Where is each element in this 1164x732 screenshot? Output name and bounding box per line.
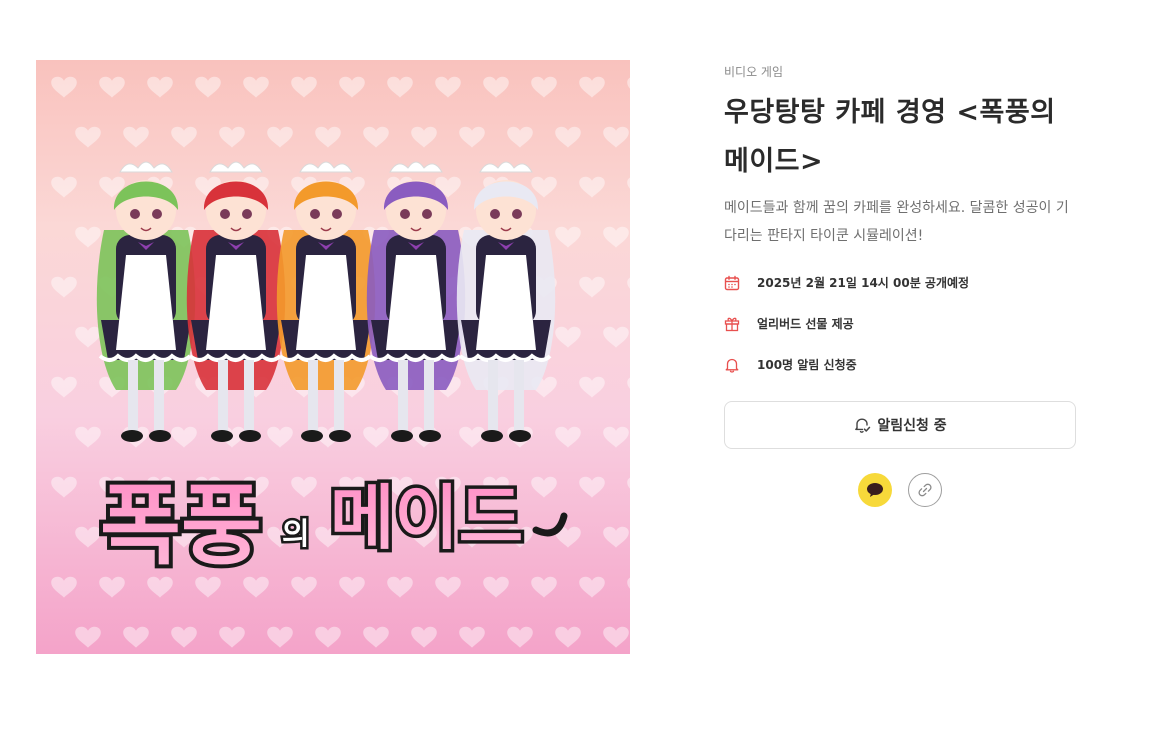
notify-subscribe-button[interactable]: 알림신청 중: [724, 401, 1076, 449]
bell-icon: [724, 355, 744, 375]
maid-characters: [96, 161, 556, 442]
kakao-talk-icon: [866, 482, 884, 498]
notify-button-label: 알림신청 중: [877, 418, 947, 434]
notify-count-row: 100명 알림 신청중: [724, 344, 1076, 385]
bell-check-icon: [853, 416, 871, 434]
early-bird-text: 얼리버드 선물 제공: [757, 317, 854, 331]
product-title: 우당탕탕 카페 경영 <폭풍의 메이드>: [724, 97, 1056, 177]
notify-count-text: 100명 알림 신청중: [757, 358, 857, 372]
game-logo: 폭풍 의 메이드: [96, 470, 568, 581]
maid-character: [456, 161, 556, 442]
calendar-icon: [724, 273, 744, 293]
maid-character: [186, 161, 286, 442]
logo-text-part2: 의: [282, 517, 310, 552]
kakao-share-button[interactable]: [858, 473, 892, 507]
product-description: 메이드들과 함께 꿈의 카페를 완성하세요. 달콤한 성공이 기다리는 판타지 …: [724, 200, 1069, 244]
early-bird-row: 얼리버드 선물 제공: [724, 303, 1076, 344]
maid-character: [276, 161, 376, 442]
logo-text-part1: 폭풍: [100, 474, 262, 577]
product-category: 비디오 게임: [724, 65, 784, 79]
cover-art: 폭풍 의 메이드: [51, 76, 630, 648]
gift-icon: [724, 314, 744, 334]
share-buttons: [724, 473, 1076, 507]
product-info: 비디오 게임 우당탕탕 카페 경영 <폭풍의 메이드> 메이드들과 함께 꿈의 …: [724, 60, 1076, 507]
maid-character: [366, 161, 466, 442]
release-date-text: 2025년 2월 21일 14시 00분 공개예정: [757, 276, 970, 290]
logo-text-part3: 메이드: [330, 477, 523, 559]
product-facts: 2025년 2월 21일 14시 00분 공개예정 얼리버드 선물 제공 100…: [724, 262, 1076, 385]
copy-link-button[interactable]: [908, 473, 942, 507]
release-date-row: 2025년 2월 21일 14시 00분 공개예정: [724, 262, 1076, 303]
maid-character: [96, 161, 196, 442]
link-icon: [917, 482, 933, 498]
product-cover-image: 폭풍 의 메이드: [36, 60, 630, 654]
